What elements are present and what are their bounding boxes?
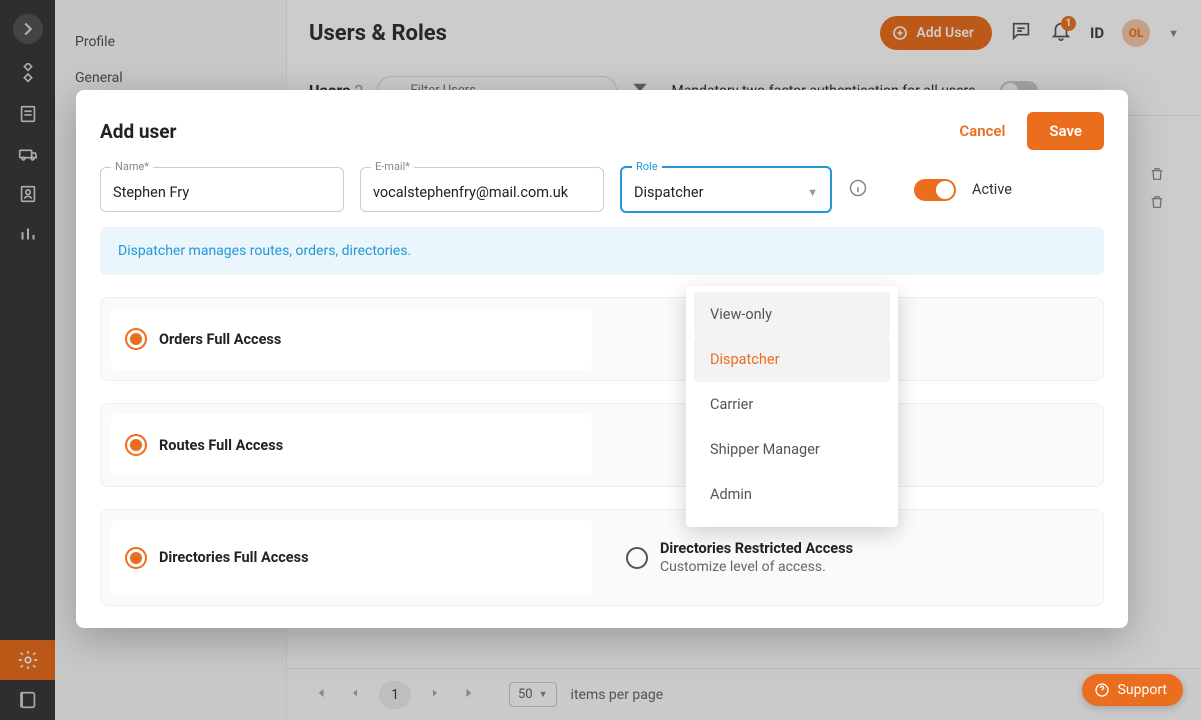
role-option-shipper-manager[interactable]: Shipper Manager — [694, 427, 890, 472]
dialog-body: Dispatcher manages routes, orders, direc… — [76, 227, 1128, 628]
support-button[interactable]: Support — [1082, 674, 1183, 706]
role-dropdown: View-only Dispatcher Carrier Shipper Man… — [686, 286, 898, 527]
chevron-down-icon: ▼ — [807, 186, 818, 199]
role-option-carrier[interactable]: Carrier — [694, 382, 890, 427]
routes-full-option[interactable]: Routes Full Access — [111, 414, 592, 476]
active-label: Active — [972, 181, 1012, 198]
save-button[interactable]: Save — [1027, 112, 1104, 150]
directories-full-label: Directories Full Access — [159, 549, 309, 566]
perm-card-directories: Directories Full Access Directories Rest… — [100, 509, 1104, 606]
directories-full-option[interactable]: Directories Full Access — [111, 520, 592, 595]
help-icon — [1094, 682, 1110, 698]
email-field-label: E-mail* — [371, 160, 414, 173]
directories-restricted-option[interactable]: Directories Restricted Access Customize … — [612, 520, 1093, 595]
directories-restricted-sub: Customize level of access. — [660, 559, 853, 575]
role-option-view-only[interactable]: View-only — [694, 292, 890, 337]
role-field-label: Role — [632, 160, 662, 173]
routes-full-label: Routes Full Access — [159, 437, 283, 454]
email-field-wrap: E-mail* — [360, 167, 604, 212]
role-select[interactable]: Role Dispatcher ▼ — [620, 166, 832, 213]
role-option-admin[interactable]: Admin — [694, 472, 890, 517]
name-field-wrap: Name* — [100, 167, 344, 212]
radio-empty-icon — [626, 547, 648, 569]
perm-card-orders: Orders Full Access — [100, 297, 1104, 381]
dialog-title: Add user — [100, 120, 959, 143]
directories-restricted-label: Directories Restricted Access — [660, 540, 853, 557]
info-icon[interactable] — [848, 178, 868, 202]
radio-checked-icon — [125, 328, 147, 350]
radio-checked-icon — [125, 434, 147, 456]
add-user-dialog: Add user Cancel Save Name* E-mail* Role … — [76, 90, 1128, 628]
radio-checked-icon — [125, 547, 147, 569]
role-option-dispatcher[interactable]: Dispatcher — [694, 337, 890, 382]
role-hint: Dispatcher manages routes, orders, direc… — [100, 227, 1104, 275]
name-input[interactable] — [113, 184, 331, 201]
support-label: Support — [1118, 682, 1167, 698]
active-toggle[interactable] — [914, 179, 956, 201]
perm-card-routes: Routes Full Access — [100, 403, 1104, 487]
orders-full-label: Orders Full Access — [159, 331, 281, 348]
email-input[interactable] — [373, 184, 591, 201]
role-value: Dispatcher — [634, 184, 703, 201]
orders-full-option[interactable]: Orders Full Access — [111, 308, 592, 370]
cancel-button[interactable]: Cancel — [959, 122, 1005, 140]
name-field-label: Name* — [111, 160, 153, 173]
